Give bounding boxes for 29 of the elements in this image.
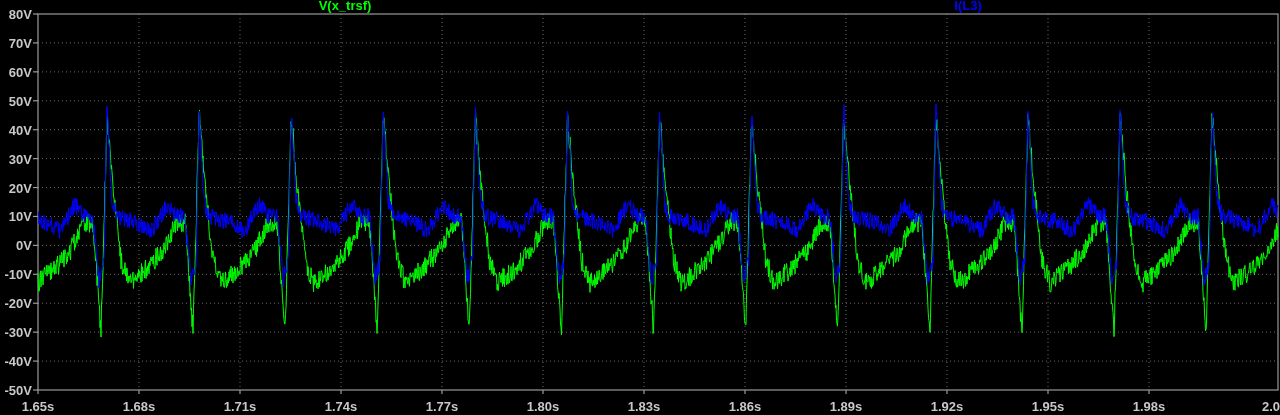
axis-tick-label: 30V	[8, 151, 32, 167]
axis-tick-label: 1.92s	[930, 399, 964, 414]
axis-tick-label: 20V	[8, 180, 32, 196]
axis-tick-label: 1.65s	[21, 399, 55, 414]
axis-tick-label: 1.71s	[223, 399, 257, 414]
axis-tick-label: -50V	[4, 383, 32, 398]
axis-tick-label: 0V	[16, 238, 32, 254]
axis-tick-label: 40V	[8, 122, 32, 138]
axis-tick-label: 50V	[8, 93, 32, 109]
axis-tick-label: 1.74s	[324, 399, 358, 414]
trace-label: I(L3)	[954, 0, 982, 13]
axis-tick-label: 2.0	[1261, 399, 1280, 414]
axis-tick-label: 1.80s	[526, 399, 560, 414]
trace-label: V(x_trsf)	[318, 0, 372, 13]
axis-tick-label: 1.95s	[1031, 399, 1065, 414]
axis-tick-label: 60V	[8, 64, 32, 80]
axis-tick-label: -40V	[4, 354, 32, 370]
axis-tick-label: 80V	[8, 7, 32, 22]
axis-tick-label: 1.89s	[829, 399, 863, 414]
axis-tick-label: 70V	[8, 35, 32, 51]
axis-tick-label: 10V	[8, 209, 32, 225]
axis-tick-label: 1.68s	[122, 399, 156, 414]
axis-tick-label: -30V	[4, 325, 32, 341]
axis-tick-label: 1.86s	[728, 399, 762, 414]
axis-tick-label: -20V	[4, 296, 32, 312]
axis-tick-label: 1.77s	[425, 399, 459, 414]
axis-tick-label: 1.98s	[1132, 399, 1166, 414]
axis-tick-label: 1.83s	[627, 399, 661, 414]
axis-tick-label: -10V	[4, 267, 32, 283]
